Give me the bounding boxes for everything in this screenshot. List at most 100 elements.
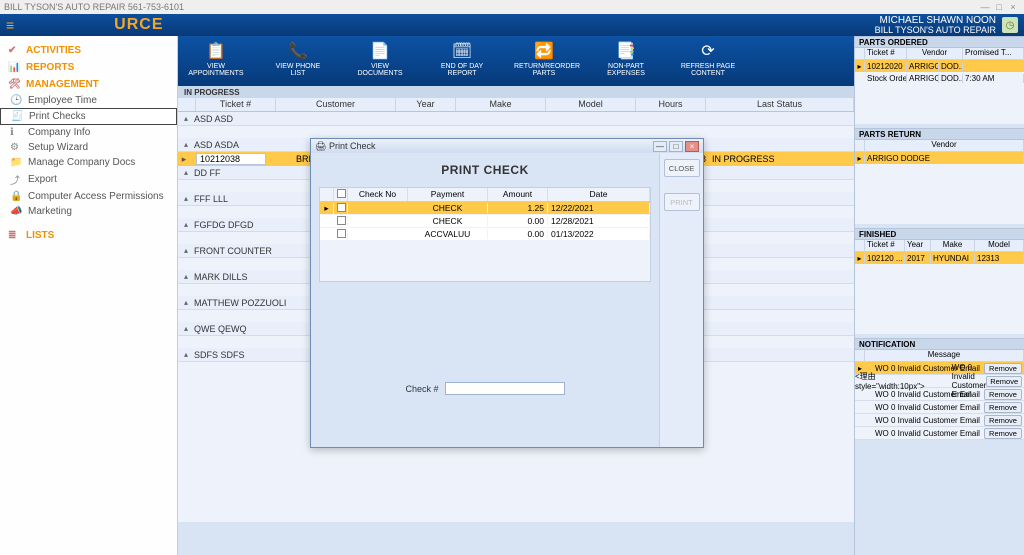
col-message[interactable]: Message [865,350,1024,361]
nav-item-marketing[interactable]: 📣Marketing [0,204,177,219]
remove-button[interactable]: Remove [986,376,1022,387]
expense-icon: 📑 [596,44,656,61]
remove-button[interactable]: Remove [984,389,1022,400]
col-year[interactable]: Year [905,240,931,251]
parts-return-row[interactable]: ▸ ARRIGO DODGE [855,152,1024,164]
nav-section-activities[interactable]: ✔ACTIVITIES [0,42,177,59]
col-checkno[interactable]: Check No [348,188,408,201]
close-button[interactable]: CLOSE [664,159,700,177]
notification-row[interactable]: WO 0 Invalid Customer EmailRemove [855,401,1024,414]
notification-row[interactable]: WO 0 Invalid Customer EmailRemove [855,427,1024,440]
right-panel: PARTS ORDERED Ticket # Vendor Promised T… [854,36,1024,555]
check-row[interactable]: CHECK 0.00 12/28/2021 [320,215,650,228]
remove-button[interactable]: Remove [984,428,1022,439]
document-icon: 📄 [350,44,410,61]
parts-return-header: PARTS RETURN [855,128,1024,140]
finished-row[interactable]: ▸ 102120 ... 2017 HYUNDAI 12313 [855,252,1024,264]
check-icon: 🧾 [11,111,29,122]
remove-button[interactable]: Remove [984,415,1022,426]
col-model[interactable]: Model [975,240,1024,251]
window-minimize[interactable]: — [978,2,992,12]
top-toolbar: 📋VIEW APPOINTMENTS 📞VIEW PHONE LIST 📄VIE… [178,36,854,86]
tb-view-phone-list[interactable]: 📞VIEW PHONE LIST [268,44,328,77]
col-vendor[interactable]: Vendor [907,48,963,59]
tb-eod-report[interactable]: 🗓END OF DAY REPORT [432,44,492,77]
chevron-up-icon: ▴ [184,194,194,203]
notification-row[interactable]: <理由 style="width:10px">WO 0 Invalid Cust… [855,375,1024,388]
row-indicator-icon: ▸ [855,154,865,163]
group-row[interactable]: ▴ASD ASD [178,112,854,126]
user-block: MICHAEL SHAWN NOON BILL TYSON'S AUTO REP… [875,15,996,36]
management-icon: 🛠 [8,79,26,90]
hamburger-icon[interactable]: ≡ [6,17,14,33]
check-row[interactable]: ▸ CHECK 1.25 12/22/2021 [320,202,650,215]
col-model[interactable]: Model [546,98,636,111]
dialog-maximize[interactable]: □ [669,141,683,152]
print-button[interactable]: PRINT [664,193,700,211]
nav-section-lists[interactable]: ≣LISTS [0,227,177,244]
window-maximize[interactable]: □ [992,2,1006,12]
nav-section-management[interactable]: 🛠MANAGEMENT [0,76,177,93]
select-all-checkbox[interactable] [337,189,346,198]
nav-item-setup-wizard[interactable]: ⚙Setup Wizard [0,140,177,155]
col-vendor[interactable]: Vendor [865,140,1024,151]
nav-item-employee-time[interactable]: 🕒Employee Time [0,93,177,108]
col-hours[interactable]: Hours [636,98,706,111]
folder-icon: 📁 [10,157,28,168]
col-year[interactable]: Year [396,98,456,111]
notification-row[interactable]: WO 0 Invalid Customer EmailRemove [855,388,1024,401]
col-promised[interactable]: Promised T... [963,48,1024,59]
check-row[interactable]: ACCVALUU 0.00 01/13/2022 [320,228,650,241]
tb-return-parts[interactable]: 🔁RETURN/REORDER PARTS [514,44,574,77]
col-date[interactable]: Date [548,188,650,201]
nav-item-permissions[interactable]: 🔒Computer Access Permissions [0,189,177,204]
row-indicator-icon: ▸ [855,62,865,71]
parts-ordered-row[interactable]: Stock Order ARRIGO DOD... 7:30 AM [855,72,1024,84]
tb-view-documents[interactable]: 📄VIEW DOCUMENTS [350,44,410,77]
print-check-dialog: 🖨 Print Check — □ × PRINT CHECK [310,138,704,448]
col-status[interactable]: Last Status [706,98,854,111]
clock-icon[interactable]: ◷ [1002,17,1018,33]
nav-item-company-info[interactable]: ℹCompany Info [0,125,177,140]
grid-banner: IN PROGRESS [178,86,854,98]
col-customer[interactable]: Customer [276,98,396,111]
parts-ordered-row[interactable]: ▸ 10212020 ARRIGO DOD... [855,60,1024,72]
export-icon: ⤴ [10,172,28,187]
dialog-minimize[interactable]: — [653,141,667,152]
calendar-icon: 📋 [186,44,246,61]
col-payment[interactable]: Payment [408,188,488,201]
dialog-close[interactable]: × [685,141,699,152]
remove-button[interactable]: Remove [984,402,1022,413]
chevron-up-icon: ▴ [184,350,194,359]
dialog-titlebar[interactable]: 🖨 Print Check — □ × [311,139,703,153]
remove-button[interactable]: Remove [984,363,1022,374]
row-indicator-icon: ▸ [855,254,865,263]
tb-refresh[interactable]: ⟳REFRESH PAGE CONTENT [678,44,738,77]
row-checkbox[interactable] [337,229,346,238]
notification-row[interactable]: WO 0 Invalid Customer EmailRemove [855,414,1024,427]
col-ticket[interactable]: Ticket # [196,98,276,111]
dialog-icon: 🖨 [315,141,326,152]
col-make[interactable]: Make [931,240,975,251]
col-ticket[interactable]: Ticket # [865,240,905,251]
window-close[interactable]: × [1006,2,1020,12]
check-number-input[interactable] [445,382,565,395]
col-make[interactable]: Make [456,98,546,111]
col-ticket[interactable]: Ticket # [865,48,907,59]
nav-section-reports[interactable]: 📊REPORTS [0,59,177,76]
dialog-title: Print Check [329,141,376,151]
row-checkbox[interactable] [337,216,346,225]
check-number-label: Check # [405,384,438,394]
nav-item-export[interactable]: ⤴Export [0,170,177,189]
nav-item-manage-docs[interactable]: 📁Manage Company Docs [0,155,177,170]
main-grid: Ticket # Customer Year Make Model Hours … [178,98,854,555]
clock-icon: 🕒 [10,95,28,106]
row-checkbox[interactable] [337,203,346,212]
tb-view-appointments[interactable]: 📋VIEW APPOINTMENTS [186,44,246,77]
app-header: ≡ URCE MICHAEL SHAWN NOON BILL TYSON'S A… [0,14,1024,36]
row-indicator-icon: ▸ [320,203,334,214]
col-amount[interactable]: Amount [488,188,548,201]
nav-item-print-checks[interactable]: 🧾Print Checks [0,108,177,125]
dialog-grid: Check No Payment Amount Date ▸ CHECK 1.2 [319,187,651,282]
tb-nonpart-exp[interactable]: 📑NON-PART EXPENSES [596,44,656,77]
